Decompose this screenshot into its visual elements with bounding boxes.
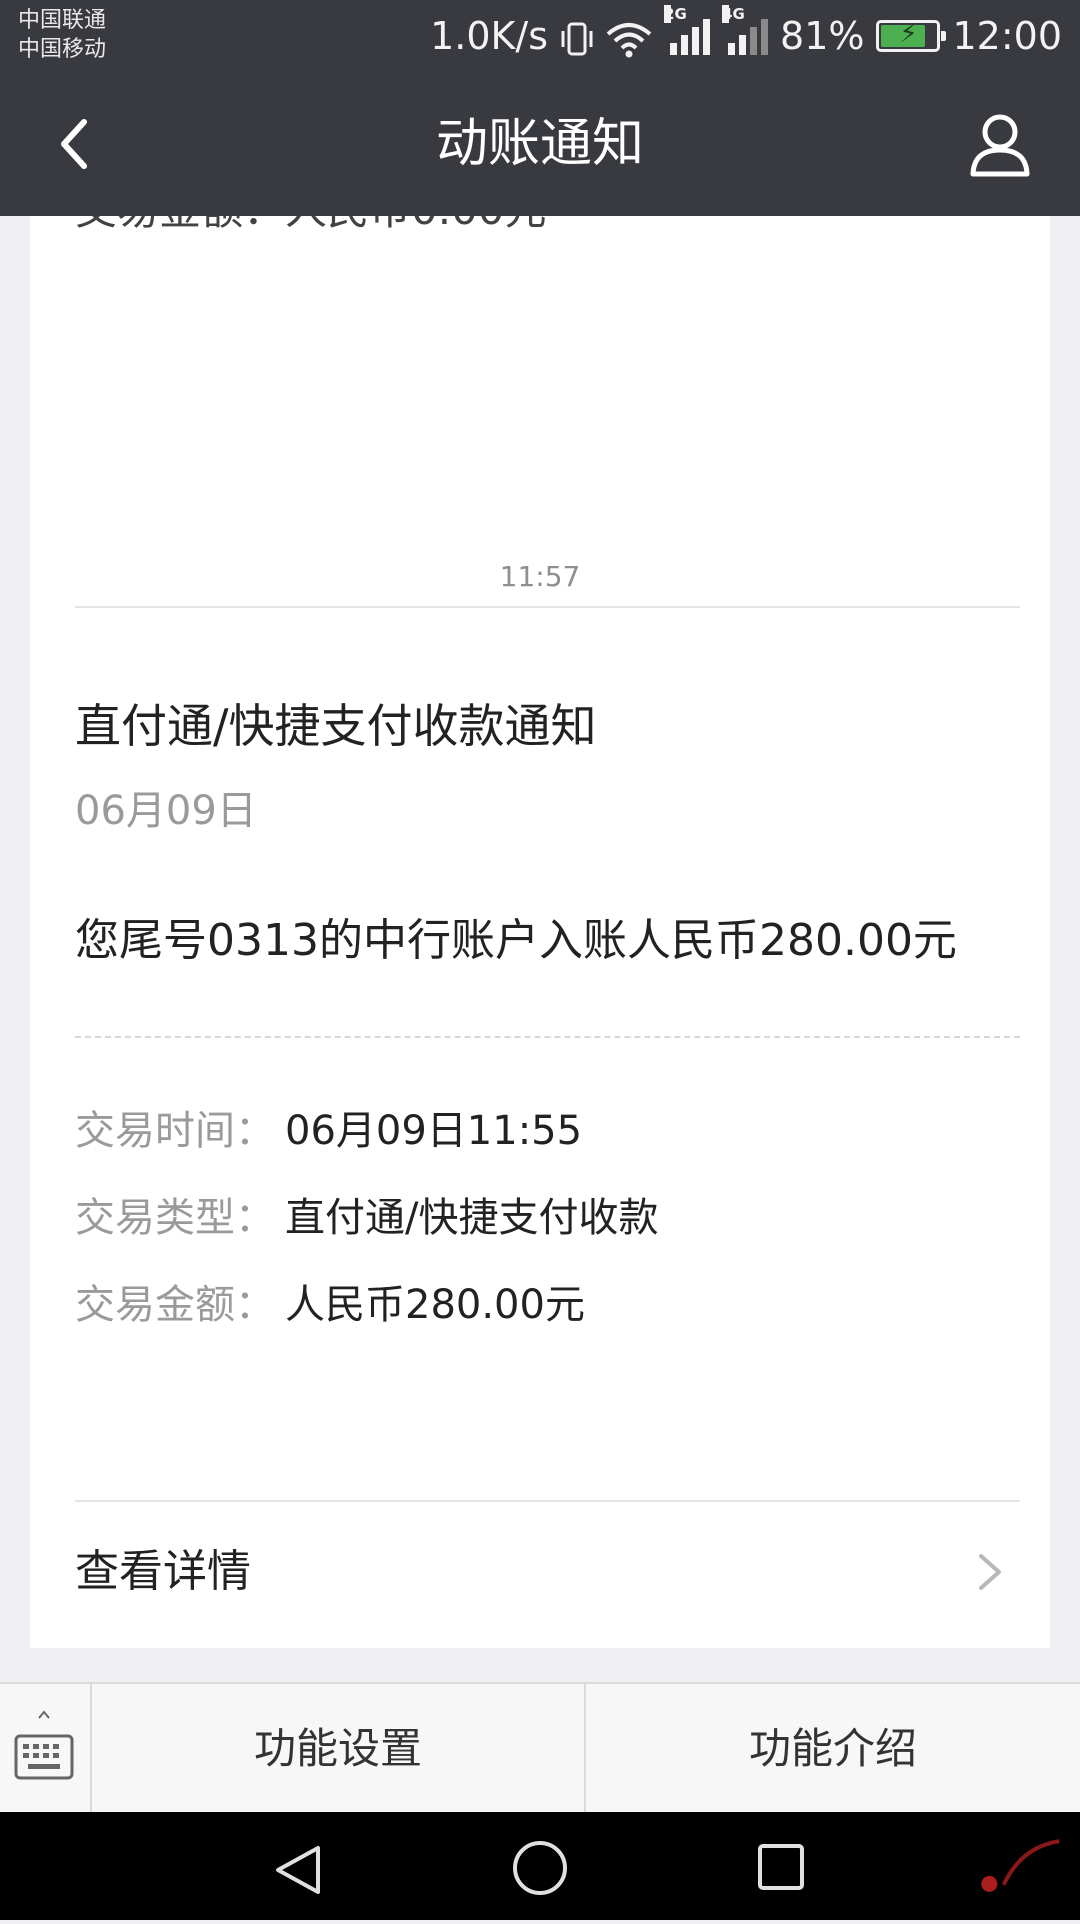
person-icon (970, 114, 1030, 177)
nav-bar: 动账通知 (0, 72, 1080, 216)
transaction-amount-label: 交易金额： (75, 1282, 275, 1328)
keyboard-icon (14, 1734, 74, 1780)
wifi-icon (606, 14, 652, 58)
battery-icon: ⚡ (876, 19, 947, 52)
transaction-type-label: 交易类型： (75, 1195, 275, 1241)
network-speed: 1.0K/s (430, 14, 549, 58)
chevron-right-icon (979, 1554, 1001, 1590)
previous-partial-text: 交易金额：人民币0.00元 (75, 216, 547, 237)
card-title: 直付通/快捷支付收款通知 (75, 699, 597, 753)
transaction-time-label: 交易时间： (75, 1108, 275, 1154)
system-recents-button[interactable] (756, 1842, 806, 1892)
battery-percent: 81% (780, 14, 865, 58)
card-date: 06月09日 (75, 788, 257, 834)
carrier-labels: 中国联通 中国移动 (18, 6, 106, 64)
system-back-button[interactable] (270, 1842, 326, 1898)
carrier-2: 中国移动 (18, 37, 107, 62)
battery-fill: ⚡ (881, 19, 926, 49)
keyboard-toggle-button[interactable] (0, 1684, 92, 1814)
notification-card[interactable]: 直付通/快捷支付收款通知 06月09日 您尾号0313的中行账户入账人民币280… (30, 642, 1050, 1648)
transaction-time-value: 06月09日11:55 (285, 1108, 583, 1154)
status-bar: 中国联通 中国移动 1.0K/s 2G 4G 81% ⚡ 12:00 (0, 0, 1080, 72)
signal-sim2-icon: 4G (722, 5, 769, 55)
function-settings-button[interactable]: 功能设置 (92, 1684, 586, 1814)
function-intro-button[interactable]: 功能介绍 (586, 1684, 1080, 1814)
clock: 12:00 (952, 14, 1062, 58)
system-nav-bar (0, 1812, 1080, 1920)
bottom-menu-bar: 功能设置 功能介绍 (0, 1682, 1080, 1814)
view-details-row[interactable]: 查看详情 (30, 1502, 1050, 1642)
sim1-tag: 2G (664, 5, 687, 23)
message-timestamp: 11:57 (499, 560, 581, 593)
dashed-divider (75, 1036, 1020, 1038)
status-icons: 1.0K/s 2G 4G 81% ⚡ 12:00 (430, 0, 1062, 72)
caret-up-icon (38, 1710, 50, 1719)
view-details-label: 查看详情 (75, 1546, 251, 1597)
message-list[interactable]: 交易金额：人民币0.00元 查看详情 11:57 直付通/快捷支付收款通知 06… (0, 216, 1080, 1682)
charging-bolt-icon: ⚡ (899, 19, 918, 49)
signal-sim1-icon: 2G (664, 5, 711, 55)
card-summary: 您尾号0313的中行账户入账人民币280.00元 (75, 915, 957, 966)
transaction-type-value: 直付通/快捷支付收款 (285, 1195, 659, 1241)
carrier-1: 中国联通 (18, 8, 107, 33)
system-home-button[interactable] (510, 1838, 570, 1898)
sim2-tag: 4G (722, 5, 745, 23)
profile-button[interactable] (968, 112, 1032, 178)
page-title: 动账通知 (435, 114, 644, 174)
transaction-amount-value: 人民币280.00元 (285, 1282, 585, 1328)
vibrate-icon (560, 14, 594, 58)
